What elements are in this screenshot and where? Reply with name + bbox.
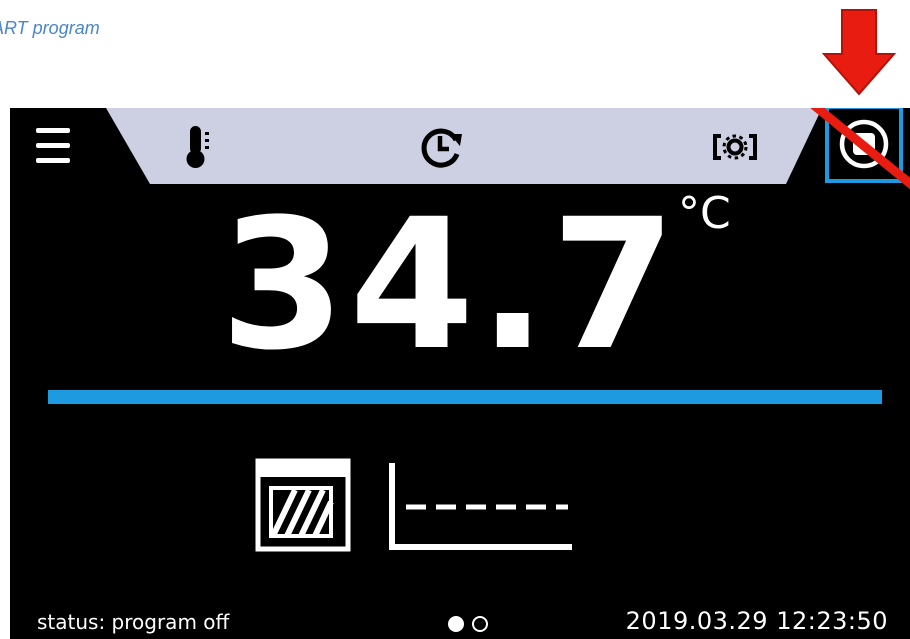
top-bar: [10, 108, 910, 190]
tab-timer[interactable]: [390, 108, 530, 184]
temperature-unit: °C: [678, 188, 731, 239]
temperature-value: 34.7: [220, 181, 681, 390]
clock-refresh-icon: [421, 128, 462, 168]
menu-button[interactable]: [28, 120, 76, 172]
caption-text: ART program: [0, 18, 100, 38]
thermometer-icon: [186, 126, 209, 168]
stop-program-button[interactable]: [838, 118, 890, 170]
stop-icon: [839, 119, 889, 169]
red-down-arrow-icon: [822, 9, 896, 96]
temperature-bar: [48, 390, 882, 404]
page-dot-2[interactable]: [472, 616, 488, 632]
program-status: status: program off: [37, 610, 230, 634]
tab-camera-settings[interactable]: [690, 108, 780, 184]
page-indicator: [448, 616, 496, 632]
camera-settings-icon: [713, 134, 757, 160]
device-screen: 34.7 °C status: program off 2019.03.29 1…: [10, 108, 910, 639]
door-icon[interactable]: [255, 458, 351, 552]
date-time: 2019.03.29 12:23:50: [625, 607, 888, 635]
page-dot-1[interactable]: [448, 616, 464, 632]
tab-temperature[interactable]: [150, 108, 350, 184]
program-graph-icon[interactable]: [388, 461, 574, 551]
